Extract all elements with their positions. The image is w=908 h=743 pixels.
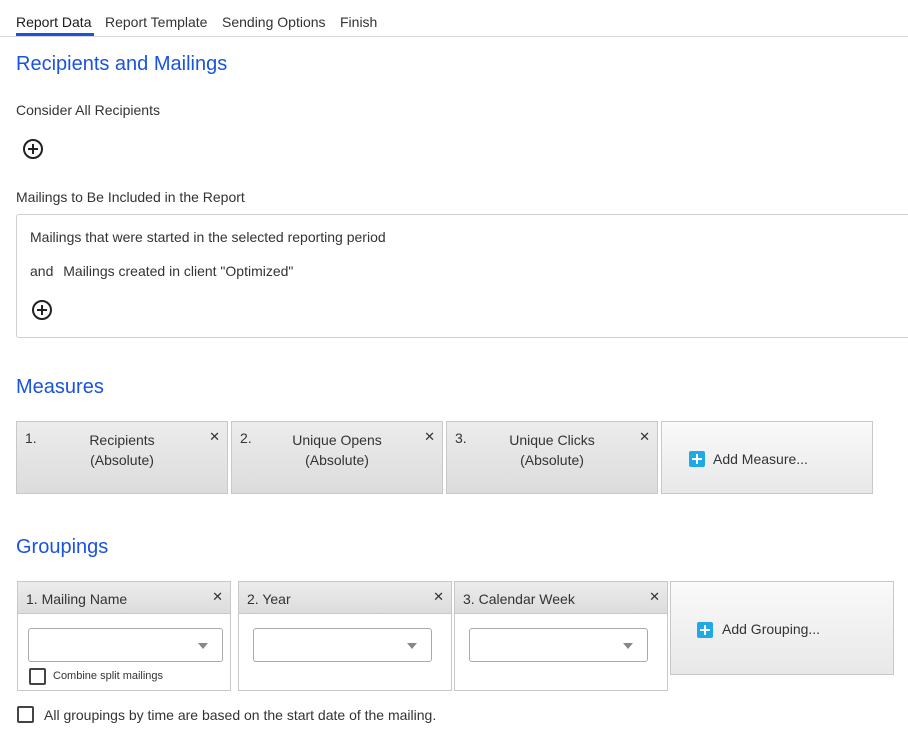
close-icon[interactable]: ✕ [649,590,660,603]
mailing-condition-text: Mailings that were started in the select… [30,229,386,245]
chevron-down-icon [623,643,633,649]
measure-mode: (Absolute) [305,452,369,468]
combine-split-checkbox[interactable] [29,668,46,685]
grouping-title: 1. Mailing Name [26,591,127,607]
add-measure-button[interactable]: Add Measure... [661,421,873,494]
add-grouping-button[interactable]: Add Grouping... [670,581,894,675]
plus-square-icon [697,622,713,638]
tab-sending-options[interactable]: Sending Options [222,14,326,30]
grouping-name: Year [262,591,291,607]
close-icon[interactable]: ✕ [212,590,223,603]
measures-section-title: Measures [16,376,104,398]
measure-card[interactable]: 1. Recipients (Absolute) ✕ [16,421,228,494]
measure-mode: (Absolute) [520,452,584,468]
mailing-condition-text: Mailings created in client "Optimized" [63,263,294,279]
grouping-select[interactable] [253,628,432,662]
add-recipient-condition-icon[interactable] [23,139,43,159]
measure-card[interactable]: 3. Unique Clicks (Absolute) ✕ [446,421,658,494]
time-grouping-note: All groupings by time are based on the s… [44,707,437,723]
measure-label: Unique Clicks (Absolute) [477,430,627,470]
measure-name: Unique Clicks [509,432,595,448]
grouping-card: 2. Year ✕ [238,581,452,691]
tab-finish[interactable]: Finish [340,14,377,30]
mailing-condition[interactable]: Mailings that were started in the select… [30,229,386,245]
measure-mode: (Absolute) [90,452,154,468]
condition-operator: and [30,263,54,279]
mailing-condition[interactable]: and Mailings created in client "Optimize… [30,263,293,279]
wizard-tabs: Report Data Report Template Sending Opti… [0,0,908,37]
combine-split-label: Combine split mailings [53,670,164,682]
plus-square-icon [689,451,705,467]
grouping-select[interactable] [28,628,223,662]
measure-label: Recipients (Absolute) [47,430,197,470]
close-icon[interactable]: ✕ [433,590,444,603]
chevron-down-icon [407,643,417,649]
measure-number: 1. [25,430,37,446]
close-icon[interactable]: ✕ [209,430,220,443]
time-grouping-checkbox[interactable] [17,706,34,723]
grouping-number: 1. [26,591,38,607]
groupings-section-title: Groupings [16,536,109,558]
grouping-title: 2. Year [247,591,291,607]
grouping-name: Calendar Week [478,591,575,607]
measure-card[interactable]: 2. Unique Opens (Absolute) ✕ [231,421,443,494]
chevron-down-icon [198,643,208,649]
grouping-select[interactable] [469,628,648,662]
tab-report-data[interactable]: Report Data [16,14,91,30]
grouping-card: 1. Mailing Name ✕ Combine split mailings [17,581,231,691]
recipients-section-title: Recipients and Mailings [16,53,228,75]
grouping-card: 3. Calendar Week ✕ [454,581,668,691]
mailings-label: Mailings to Be Included in the Report [16,189,245,205]
mailing-conditions-box: Mailings that were started in the select… [16,214,908,338]
close-icon[interactable]: ✕ [639,430,650,443]
measure-name: Recipients [89,432,155,448]
measure-number: 3. [455,430,467,446]
close-icon[interactable]: ✕ [424,430,435,443]
add-mailing-condition-icon[interactable] [32,300,52,320]
measure-label: Unique Opens (Absolute) [262,430,412,470]
consider-recipients-label: Consider All Recipients [16,102,160,118]
measure-name: Unique Opens [292,432,382,448]
grouping-number: 2. [247,591,259,607]
grouping-number: 3. [463,591,475,607]
grouping-title: 3. Calendar Week [463,591,575,607]
add-measure-label: Add Measure... [713,451,808,467]
grouping-header: 1. Mailing Name ✕ [18,582,230,614]
grouping-header: 3. Calendar Week ✕ [455,582,667,614]
measure-number: 2. [240,430,252,446]
grouping-name: Mailing Name [41,591,128,607]
grouping-header: 2. Year ✕ [239,582,451,614]
add-grouping-label: Add Grouping... [722,621,821,637]
tab-report-template[interactable]: Report Template [105,14,207,30]
active-tab-indicator [16,33,94,36]
